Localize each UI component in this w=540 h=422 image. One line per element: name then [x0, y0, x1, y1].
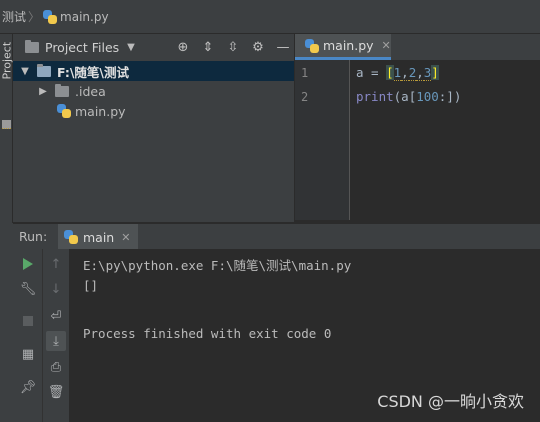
code-line-1[interactable]: a = [1,2,3] [356, 65, 439, 81]
collapse-all-icon[interactable]: ⇳ [226, 40, 240, 55]
tree-item-main-py[interactable]: main.py [13, 101, 294, 121]
tab-label: main.py [323, 38, 374, 53]
chevron-right-icon[interactable]: ▶ [37, 86, 49, 97]
breadcrumb-folder[interactable]: 测试 [2, 8, 26, 25]
folder-icon [25, 39, 39, 53]
expand-all-icon[interactable]: ⇕ [201, 40, 215, 55]
print-icon[interactable]: ⎙ [46, 357, 66, 377]
scroll-to-end-icon[interactable]: ⤓ [46, 331, 66, 351]
locate-icon[interactable]: ⊕ [176, 40, 190, 55]
tree-item-root[interactable]: ▼ F:\随笔\测试 [13, 61, 294, 81]
line-number: 2 [301, 90, 309, 104]
project-view-title[interactable]: Project Files [45, 40, 119, 55]
tree-item-label: main.py [75, 103, 126, 119]
up-arrow-icon[interactable]: ↑ [46, 254, 66, 274]
python-file-icon [57, 104, 71, 118]
run-tool-header: Run: main ✕ [13, 223, 540, 250]
folder-icon [37, 63, 51, 77]
left-tool-stripe: Project [0, 34, 14, 224]
console-line: E:\py\python.exe F:\随笔\测试\main.py [83, 258, 352, 273]
project-tool-window: Project Files ▼ ⊕ ⇕ ⇳ ⚙ — ▼ F:\随笔\测试 ▶ .… [13, 34, 294, 222]
close-icon[interactable]: ✕ [382, 39, 391, 52]
tree-item-label: .idea [75, 83, 106, 99]
down-arrow-icon[interactable]: ↓ [46, 279, 66, 299]
close-icon[interactable]: ✕ [121, 231, 130, 244]
tab-main-py[interactable]: main.py ✕ [295, 34, 391, 60]
breadcrumb-file[interactable]: main.py [60, 10, 109, 24]
run-toolbar-primary: 🔧︎ ▦ 📌︎ [13, 249, 43, 422]
run-toolbar-secondary: ↑ ↓ ⏎ ⤓ ⎙ 🗑︎ [43, 249, 70, 422]
tree-item-idea[interactable]: ▶ .idea [13, 81, 294, 101]
wrench-icon[interactable]: 🔧︎ [18, 279, 38, 299]
minimize-icon[interactable]: — [276, 40, 290, 55]
console-line: [] [83, 278, 99, 293]
code-line-2[interactable]: print(a[100:]) [356, 89, 461, 104]
tab-run-main[interactable]: main ✕ [58, 224, 138, 250]
python-file-icon [305, 38, 319, 53]
project-toolbar: ⊕ ⇕ ⇳ ⚙ — [176, 34, 290, 60]
line-number-gutter: 1 2 [294, 60, 350, 220]
chevron-down-icon[interactable]: ▼ [19, 66, 31, 77]
folder-icon [55, 83, 69, 97]
trash-icon[interactable]: 🗑︎ [46, 382, 66, 402]
run-tool-label: Run: [19, 229, 48, 244]
structure-stripe-icon[interactable] [2, 120, 11, 129]
console-line: Process finished with exit code 0 [83, 326, 332, 341]
run-left-stripe [0, 223, 13, 422]
watermark: CSDN @一晌小贪欢 [377, 392, 524, 411]
python-icon [64, 230, 78, 244]
pin-icon[interactable]: 📌︎ [18, 377, 38, 397]
gear-icon[interactable]: ⚙ [251, 40, 265, 55]
tree-item-label: F:\随笔\测试 [57, 64, 129, 80]
restore-layout-icon[interactable]: ▦ [18, 344, 38, 364]
stop-icon[interactable] [18, 311, 38, 331]
breadcrumb-separator-icon: 〉 [28, 10, 41, 24]
navigation-breadcrumb: 测试 〉 main.py [0, 0, 540, 34]
run-tab-label: main [83, 229, 115, 245]
python-file-icon [43, 9, 58, 24]
project-stripe-button[interactable]: Project [1, 42, 14, 80]
rerun-icon[interactable] [18, 254, 38, 274]
editor-tab-bar: main.py ✕ [294, 34, 540, 60]
line-number: 1 [301, 66, 309, 80]
chevron-down-icon[interactable]: ▼ [127, 42, 135, 53]
soft-wrap-icon[interactable]: ⏎ [46, 306, 66, 326]
